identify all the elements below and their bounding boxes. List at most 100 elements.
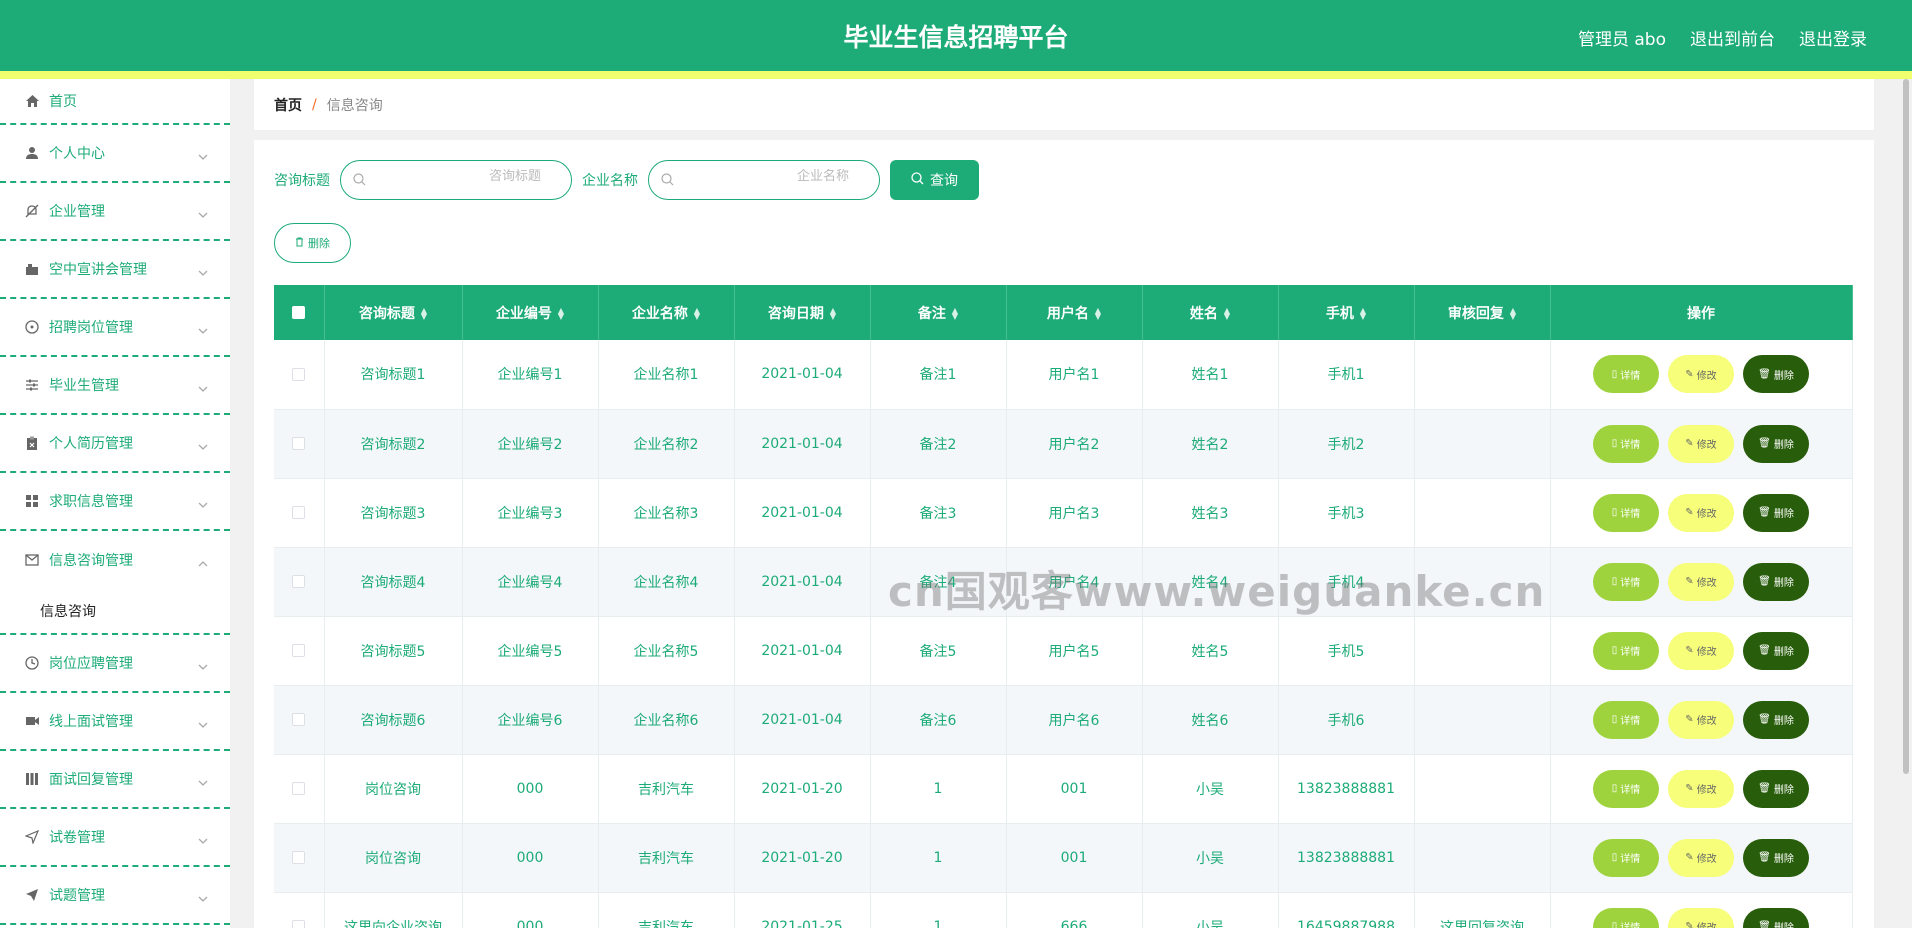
detail-button[interactable]: ▯详情 [1593,907,1659,928]
company-search-input[interactable] [729,169,849,184]
scrollbar-thumb[interactable] [1903,79,1909,774]
row-checkbox[interactable] [292,782,306,795]
delete-button[interactable]: 🗑删除 [1743,355,1809,394]
batch-delete-button[interactable]: 删除 [274,223,351,263]
sidebar-item-applications[interactable]: 岗位应聘管理 [0,635,230,693]
edit-button[interactable]: ✎修改 [1668,907,1734,928]
table-row[interactable]: 咨询标题3 企业编号3 企业名称3 2021-01-04 备注3 用户名3 姓名3 手机3 ▯ 详… [274,478,1853,548]
edit-button[interactable]: ✎修改 [1668,700,1734,739]
table-row[interactable]: 咨询标题1 企业编号1 企业名称1 2021-01-04 备注1 用户名1 姓名1 手机1 ▯ 详… [274,340,1853,410]
delete-button[interactable]: 🗑删除 [1743,838,1809,877]
row-checkbox[interactable] [292,920,306,928]
edit-button[interactable]: ✎修改 [1668,562,1734,601]
detail-button[interactable]: ▯详情 [1593,838,1659,877]
row-checkbox[interactable] [292,367,306,381]
edit-button[interactable]: ✎修改 [1668,631,1734,670]
row-checkbox-cell[interactable] [274,892,325,928]
row-checkbox[interactable] [292,575,306,588]
row-checkbox[interactable] [292,506,306,519]
column-header[interactable]: 审核回复 ▲ ▼ [1414,285,1551,340]
sidebar-item-personal-center[interactable]: 个人中心 [0,125,230,183]
sort-icon[interactable]: ▲ ▼ [421,306,427,320]
delete-button[interactable]: 🗑删除 [1743,424,1809,463]
sort-icon[interactable]: ▲ ▼ [694,306,700,320]
delete-button[interactable]: 🗑删除 [1743,769,1809,808]
column-header[interactable]: 手机 ▲ ▼ [1278,285,1415,340]
sidebar-item-graduates[interactable]: 毕业生管理 [0,357,230,415]
detail-button[interactable]: ▯详情 [1593,769,1659,808]
sort-icon[interactable]: ▲ ▼ [1224,306,1230,320]
row-checkbox[interactable] [292,713,306,726]
detail-button[interactable]: ▯详情 [1593,493,1659,532]
sidebar-item-interview-reply[interactable]: 面试回复管理 [0,751,230,809]
sort-icon[interactable]: ▲ ▼ [1510,306,1516,320]
table-row[interactable]: 咨询标题5 企业编号5 企业名称5 2021-01-04 备注5 用户名5 姓名5 手机5 ▯ 详… [274,616,1853,686]
column-header[interactable]: 咨询日期 ▲ ▼ [734,285,871,340]
edit-button[interactable]: ✎修改 [1668,355,1734,394]
sort-icon[interactable]: ▲ ▼ [1095,306,1101,320]
column-header[interactable]: 企业名称 ▲ ▼ [598,285,735,340]
delete-button[interactable]: 🗑删除 [1743,493,1809,532]
admin-user-label[interactable]: 管理员 abo [1578,25,1666,50]
sort-icon[interactable]: ▲ ▼ [558,306,564,320]
delete-button[interactable]: 🗑删除 [1743,907,1809,928]
delete-button[interactable]: 🗑删除 [1743,700,1809,739]
logout-link[interactable]: 退出登录 [1799,25,1867,50]
sidebar-item-resumes[interactable]: 个人简历管理 [0,415,230,473]
column-header[interactable]: 企业编号 ▲ ▼ [462,285,599,340]
detail-button[interactable]: ▯详情 [1593,424,1659,463]
select-all-checkbox[interactable] [292,306,306,319]
delete-button[interactable]: 🗑删除 [1743,562,1809,601]
detail-button[interactable]: ▯详情 [1593,562,1659,601]
breadcrumb-home[interactable]: 首页 [274,95,302,115]
sidebar-item-home[interactable]: 首页 [0,79,230,125]
row-checkbox-cell[interactable] [274,685,325,755]
sidebar-subitem-consultation[interactable]: 信息咨询 [0,589,230,635]
company-search-field[interactable] [648,160,880,200]
row-checkbox[interactable] [292,851,306,864]
column-header[interactable]: 咨询标题 ▲ ▼ [324,285,463,340]
title-search-field[interactable] [340,160,572,200]
row-checkbox-cell[interactable] [274,616,325,686]
sidebar-item-air-presentation[interactable]: 空中宣讲会管理 [0,241,230,299]
row-checkbox-cell[interactable] [274,478,325,548]
sidebar-item-exam-papers[interactable]: 试卷管理 [0,809,230,867]
column-header[interactable]: 姓名 ▲ ▼ [1142,285,1279,340]
sidebar-item-questions[interactable]: 试题管理 [0,867,230,925]
vertical-scrollbar[interactable] [1900,79,1912,928]
table-row[interactable]: 岗位咨询 000 吉利汽车 2021-01-20 1 001 小吴 13823888881 ▯ 详… [274,823,1853,893]
sidebar-item-online-interview[interactable]: 线上面试管理 [0,693,230,751]
row-checkbox-cell[interactable] [274,823,325,893]
column-header[interactable]: 用户名 ▲ ▼ [1006,285,1143,340]
edit-button[interactable]: ✎修改 [1668,838,1734,877]
column-header[interactable]: 备注 ▲ ▼ [870,285,1007,340]
go-frontend-link[interactable]: 退出到前台 [1690,25,1775,50]
sidebar-item-company[interactable]: 企业管理 [0,183,230,241]
sidebar-item-job-seeking[interactable]: 求职信息管理 [0,473,230,531]
table-row[interactable]: 咨询标题6 企业编号6 企业名称6 2021-01-04 备注6 用户名6 姓名6 手机6 ▯ 详… [274,685,1853,755]
row-checkbox-cell[interactable] [274,754,325,824]
title-search-input[interactable] [421,169,541,184]
table-row[interactable]: 咨询标题2 企业编号2 企业名称2 2021-01-04 备注2 用户名2 姓名2 手机2 ▯ 详… [274,409,1853,479]
detail-button[interactable]: ▯详情 [1593,631,1659,670]
detail-button[interactable]: ▯详情 [1593,700,1659,739]
select-all-checkbox-cell[interactable] [274,285,325,340]
edit-button[interactable]: ✎修改 [1668,769,1734,808]
sort-icon[interactable]: ▲ ▼ [952,306,958,320]
sidebar-item-job-posts[interactable]: 招聘岗位管理 [0,299,230,357]
delete-button[interactable]: 🗑删除 [1743,631,1809,670]
edit-button[interactable]: ✎修改 [1668,493,1734,532]
row-checkbox-cell[interactable] [274,409,325,479]
table-row[interactable]: 岗位咨询 000 吉利汽车 2021-01-20 1 001 小吴 13823888881 ▯ 详… [274,754,1853,824]
edit-button[interactable]: ✎修改 [1668,424,1734,463]
row-checkbox[interactable] [292,644,306,657]
sidebar-item-consultation[interactable]: 信息咨询管理 [0,531,230,589]
table-row[interactable]: 这里向企业咨询 000 吉利汽车 2021-01-25 1 666 小吴 1645988798… [274,892,1853,928]
row-checkbox-cell[interactable] [274,340,325,410]
sort-icon[interactable]: ▲ ▼ [1360,306,1366,320]
row-checkbox-cell[interactable] [274,547,325,617]
row-checkbox[interactable] [292,437,306,450]
sort-icon[interactable]: ▲ ▼ [830,306,836,320]
search-button[interactable]: 查询 [890,160,979,200]
detail-button[interactable]: ▯详情 [1593,355,1659,394]
